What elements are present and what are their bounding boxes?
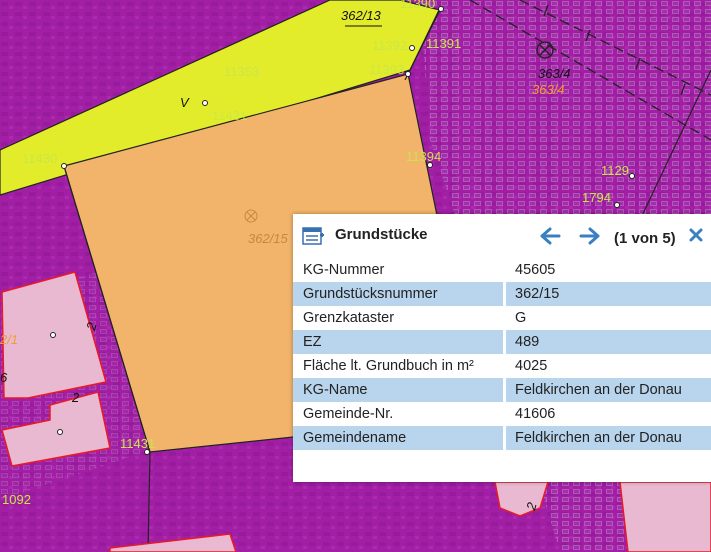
attribute-key: EZ	[293, 330, 506, 354]
attribute-value: Feldkirchen an der Donau	[504, 378, 711, 402]
label-2-1: 2/1	[0, 332, 18, 347]
label-11431-bottom: 11431	[120, 436, 155, 451]
label-11392: 11392	[372, 38, 407, 53]
label-11390: 11390	[400, 0, 435, 11]
label-1794: 1794	[582, 190, 611, 205]
label-363-4-black: 363/4	[538, 66, 571, 81]
label-11393: 11393	[369, 62, 404, 77]
label-11391: 11391	[426, 36, 461, 51]
attribute-key: KG-Nummer	[293, 258, 506, 282]
attribute-value: 45605	[515, 262, 556, 278]
attribute-value: G	[515, 310, 527, 326]
attribute-key: Fläche lt. Grundbuch in m²	[293, 354, 506, 378]
close-icon[interactable]	[688, 227, 704, 248]
label-6: 6	[0, 370, 8, 385]
attribute-key: KG-Name	[293, 378, 506, 402]
label-363-4-orange: 363/4	[532, 82, 565, 97]
attribute-value: 362/15	[504, 282, 711, 306]
table-row: EZ 489	[293, 330, 711, 354]
feature-info-popup: Grundstücke (1 von 5) KG-Nummer 45605 Gru…	[293, 214, 711, 482]
result-counter: (1 von 5)	[614, 230, 676, 247]
table-row: KG-Name Feldkirchen an der Donau	[293, 378, 711, 402]
label-2-b: 2	[71, 390, 80, 405]
attribute-value: 4025	[515, 358, 548, 374]
attribute-value: 489	[504, 330, 711, 354]
table-row: Grundstücksnummer 362/15	[293, 282, 711, 306]
arrow-left-icon[interactable]	[539, 226, 561, 251]
attribute-value: 41606	[515, 406, 556, 422]
arrow-right-icon[interactable]	[579, 226, 601, 251]
label-11431-top: 11431	[212, 108, 247, 123]
label-11394: 11394	[406, 149, 441, 164]
label-11430: 11430	[22, 151, 57, 166]
table-icon	[302, 226, 324, 251]
label-1092: 1092	[2, 492, 31, 507]
table-row: Fläche lt. Grundbuch in m² 4025	[293, 354, 711, 378]
attribute-key: Grundstücksnummer	[293, 282, 506, 306]
attribute-value: Feldkirchen an der Donau	[504, 426, 711, 450]
attribute-key: Gemeindename	[293, 426, 506, 450]
table-row: Gemeindename Feldkirchen an der Donau	[293, 426, 711, 450]
table-row: KG-Nummer 45605	[293, 258, 711, 282]
attribute-key: Grenzkataster	[293, 306, 506, 330]
label-362-15: 362/15	[248, 231, 289, 246]
label-11353: 11353	[224, 64, 259, 79]
label-v: V	[180, 95, 190, 110]
popup-header: Grundstücke (1 von 5)	[293, 214, 711, 258]
table-row: Gemeinde-Nr. 41606	[293, 402, 711, 426]
label-1129: 1129	[601, 163, 629, 178]
label-362-13: 362/13	[341, 8, 382, 23]
popup-title: Grundstücke	[335, 226, 428, 243]
attribute-key: Gemeinde-Nr.	[293, 402, 506, 426]
table-row: Grenzkataster G	[293, 306, 711, 330]
attribute-table: KG-Nummer 45605 Grundstücksnummer 362/15 G…	[293, 258, 711, 450]
